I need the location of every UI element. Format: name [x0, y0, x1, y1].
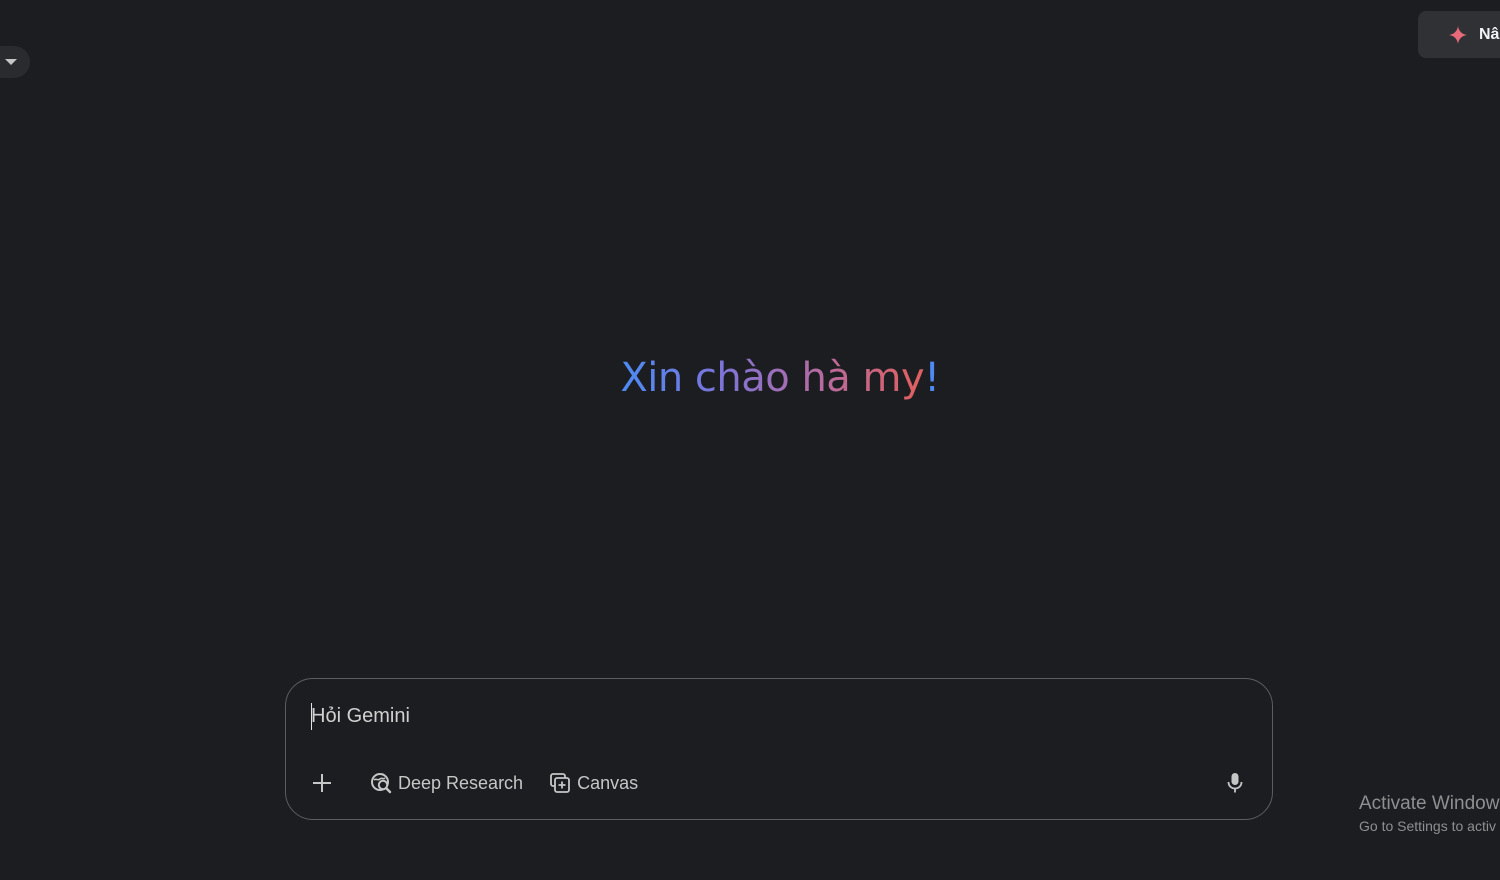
watermark-subtitle: Go to Settings to activ — [1359, 818, 1496, 834]
prompt-input[interactable] — [311, 701, 1211, 731]
add-file-button[interactable] — [300, 765, 344, 801]
activation-watermark: Activate Window Go to Settings to activ — [1359, 792, 1499, 836]
sparkle-icon — [1449, 25, 1467, 44]
text-caret — [311, 703, 312, 730]
canvas-icon — [550, 773, 570, 793]
canvas-button[interactable]: Canvas — [537, 765, 650, 801]
plus-icon — [313, 774, 331, 792]
model-menu-toggle[interactable] — [0, 46, 30, 78]
prompt-toolbar: Deep Research Canvas — [300, 765, 650, 801]
upgrade-label: Nâ — [1479, 25, 1500, 43]
deep-research-button[interactable]: Deep Research — [358, 765, 535, 801]
greeting-heading: Xin chào hà my! — [0, 352, 1500, 404]
greeting-text: Xin chào hà my! — [620, 355, 940, 401]
microphone-button[interactable] — [1220, 768, 1250, 798]
chevron-down-icon — [5, 59, 17, 65]
deep-research-label: Deep Research — [398, 772, 524, 793]
watermark-title: Activate Window — [1359, 793, 1500, 814]
canvas-label: Canvas — [577, 772, 639, 793]
microphone-icon — [1227, 773, 1243, 793]
deep-research-icon — [371, 773, 392, 794]
upgrade-button[interactable]: Nâ — [1418, 11, 1500, 58]
prompt-box: Deep Research Canvas — [285, 678, 1273, 820]
gemini-home-page: Nâ Xin chào hà my! Deep Research — [0, 0, 1500, 880]
